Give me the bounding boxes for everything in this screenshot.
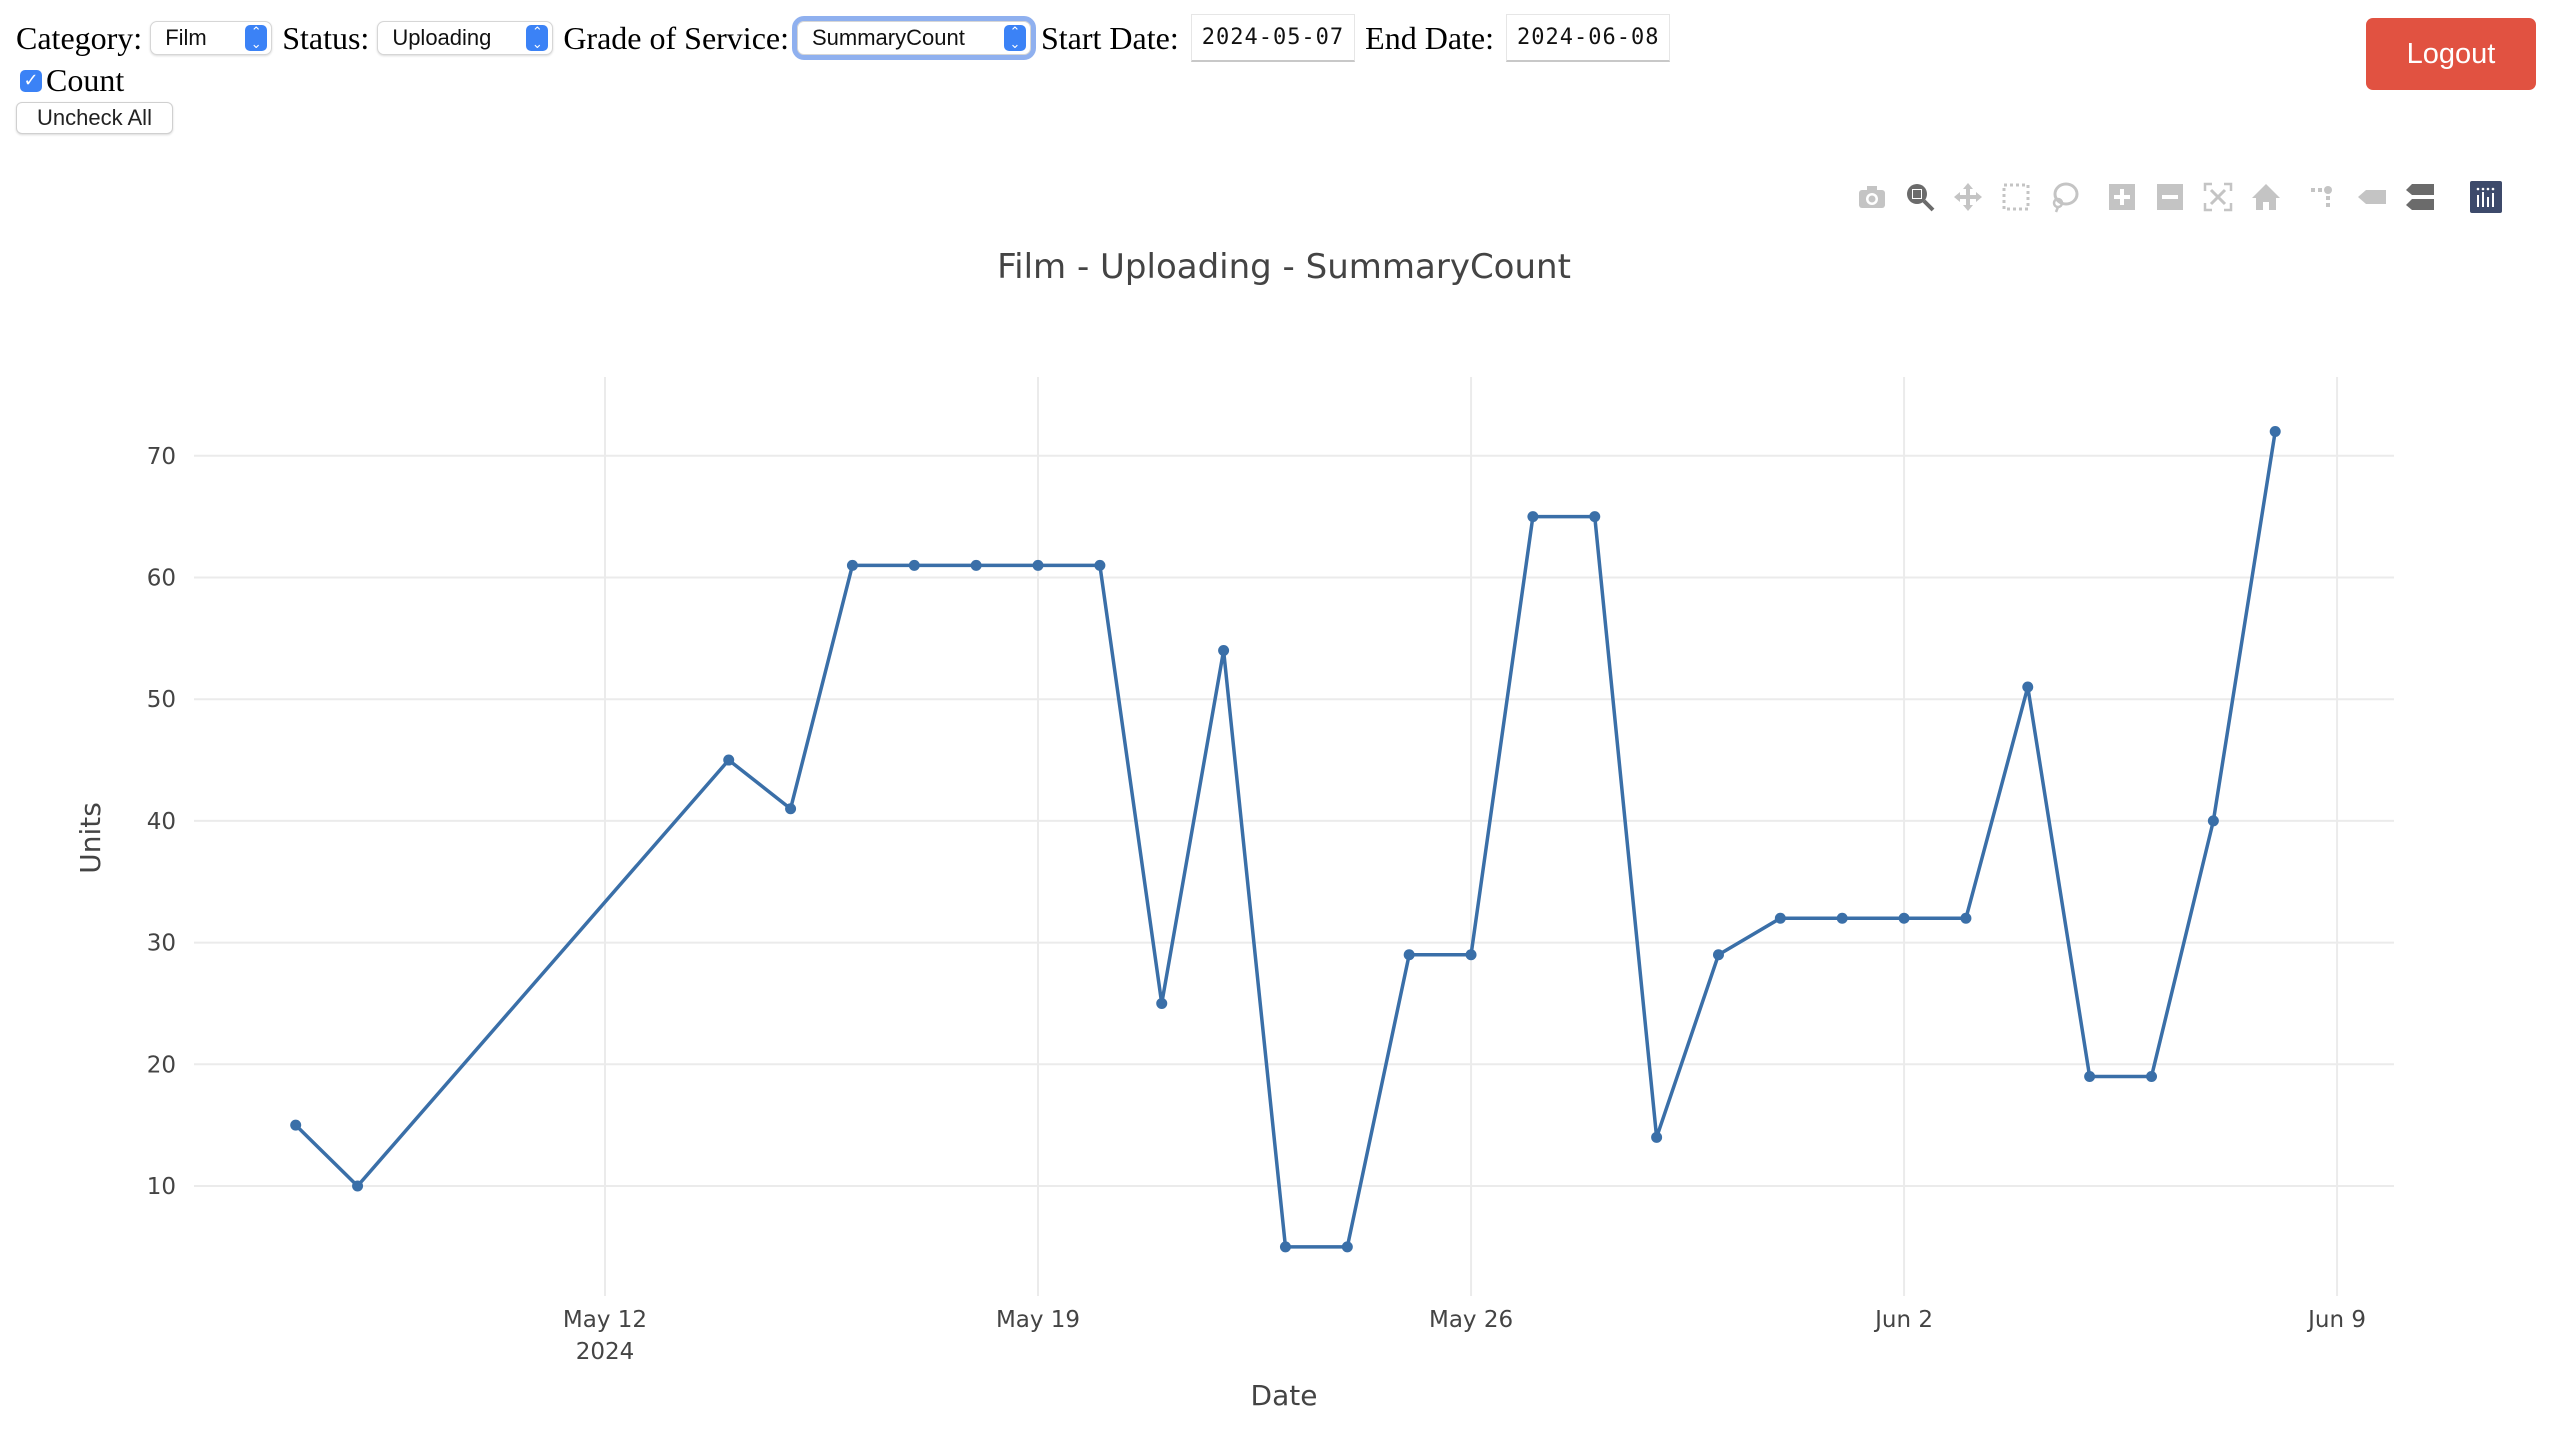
y-tick-label: 60 (147, 566, 176, 592)
data-point (2207, 815, 2219, 827)
series-layer (290, 425, 2281, 1253)
data-point (1836, 912, 1848, 924)
data-point (2146, 1070, 2157, 1082)
x-tick-sublabel: 2024 (576, 1339, 635, 1365)
data-point (1712, 949, 1724, 961)
data-point (1589, 511, 1601, 523)
y-tick-label: 10 (147, 1174, 176, 1200)
x-axis-title: Date (1251, 1379, 1318, 1412)
data-point (1279, 1241, 1291, 1253)
data-point (2084, 1070, 2096, 1082)
data-point (723, 754, 735, 766)
y-axis-title: Units (74, 802, 107, 874)
y-tick-label: 40 (147, 809, 176, 835)
grid (194, 377, 2394, 1296)
x-tick-label: May 19 (996, 1307, 1080, 1333)
y-tick-label: 50 (147, 687, 176, 713)
data-point (1960, 912, 1972, 924)
data-point (1465, 949, 1477, 961)
data-point (1527, 511, 1539, 523)
x-tick-label: Jun 9 (2306, 1307, 2366, 1333)
data-point (1156, 997, 1168, 1009)
data-point (2269, 425, 2281, 437)
data-point (1774, 912, 1786, 924)
y-tick-label: 70 (147, 444, 176, 470)
data-point (908, 559, 920, 571)
x-tick-label: Jun 2 (1873, 1307, 1933, 1333)
y-tick-label: 20 (147, 1052, 176, 1078)
data-point (970, 559, 982, 571)
data-point (1651, 1131, 1663, 1143)
data-point (2022, 681, 2034, 693)
data-point (1094, 559, 1106, 571)
data-point (1403, 949, 1415, 961)
data-point (785, 803, 797, 815)
data-point (846, 559, 858, 571)
chart-title: Film - Uploading - SummaryCount (997, 247, 1571, 287)
data-point (1341, 1241, 1353, 1253)
line-chart: 10 20 30 40 50 60 70 May 12 2024 May 19 May 26 Jun … (74, 247, 2394, 1412)
data-point (1218, 645, 1230, 657)
x-tick-label: May 26 (1429, 1307, 1513, 1333)
series-line-count (294, 431, 2277, 1249)
data-point (290, 1119, 302, 1131)
y-tick-label: 30 (147, 931, 176, 957)
data-point (1032, 559, 1044, 571)
x-tick-label: May 12 (563, 1307, 647, 1333)
tick-labels: 10 20 30 40 50 60 70 May 12 2024 May 19 May 26 Jun … (147, 444, 2366, 1365)
data-point (352, 1180, 364, 1192)
data-point (1898, 912, 1910, 924)
